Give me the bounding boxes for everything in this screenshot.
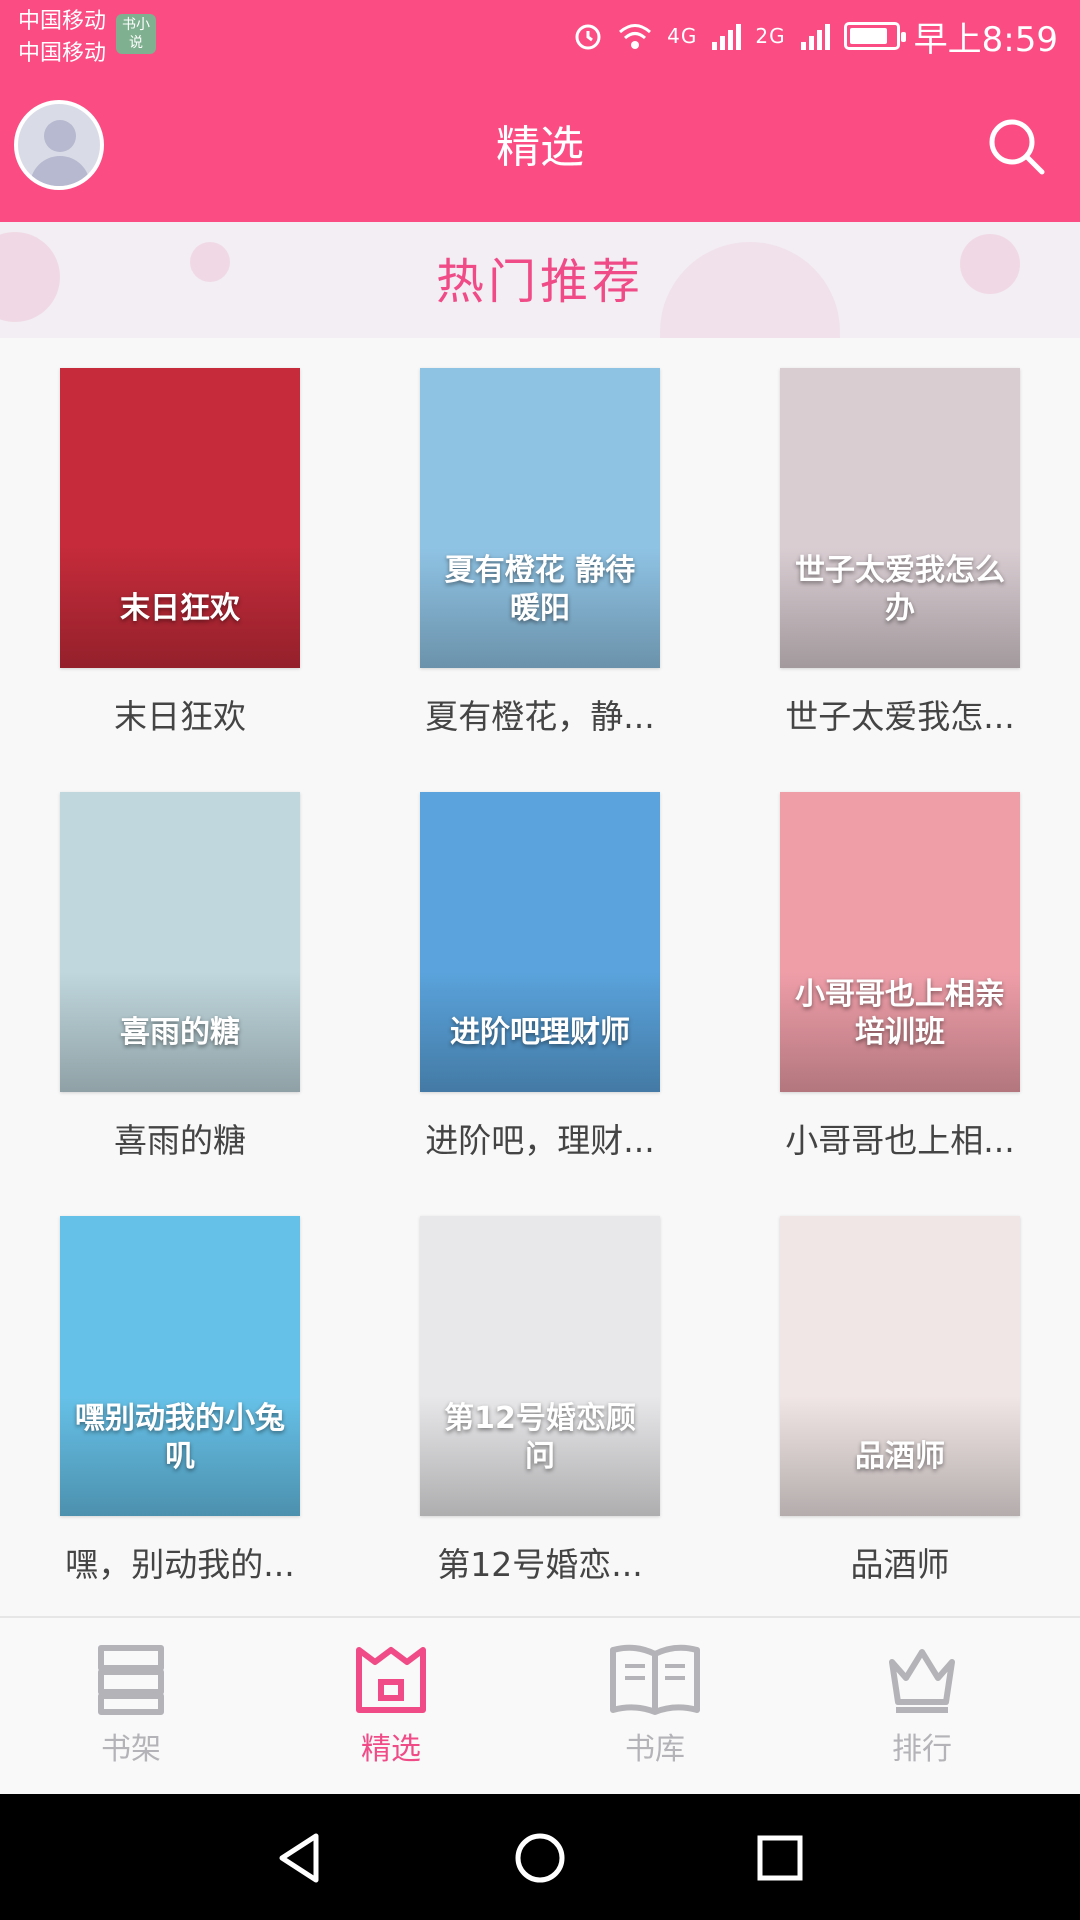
cover-text: 第12号婚恋顾问 — [444, 1401, 636, 1474]
nav-item-ranking[interactable]: 排行 — [852, 1642, 992, 1768]
book-title: 进阶吧，理财... — [425, 1121, 655, 1160]
alarm-icon — [575, 24, 601, 50]
book-cover[interactable]: 第12号婚恋顾问 — [420, 1216, 660, 1516]
book-cover[interactable]: 世子太爱我怎么办 — [780, 368, 1020, 668]
book-title: 第12号婚恋... — [437, 1545, 643, 1584]
book-item[interactable]: 嘿别动我的小兔叽 嘿，别动我的... — [30, 1216, 330, 1586]
library-icon — [610, 1644, 700, 1715]
nav-label: 书库 — [625, 1732, 685, 1767]
system-nav-bar — [0, 1794, 1080, 1920]
nav-label: 书架 — [101, 1732, 161, 1767]
book-title: 小哥哥也上相... — [785, 1121, 1015, 1160]
cover-text: 进阶吧理财师 — [450, 1015, 630, 1050]
carrier-1: 中国移动 — [18, 9, 107, 34]
book-cover[interactable]: 嘿别动我的小兔叽 — [60, 1216, 300, 1516]
ranking-icon — [889, 1649, 955, 1713]
cover-text: 小哥哥也上相亲培训班 — [795, 977, 1005, 1050]
bottom-nav: 书架 精选 书库 排行 — [0, 1616, 1080, 1794]
bookshelf-icon — [98, 1645, 164, 1715]
section-banner: 热门推荐 — [0, 222, 1080, 338]
book-cover[interactable]: 喜雨的糖 — [60, 792, 300, 1092]
book-item[interactable]: 小哥哥也上相亲培训班 小哥哥也上相... — [750, 792, 1050, 1162]
battery-level — [849, 28, 888, 44]
page-title: 精选 — [496, 122, 584, 173]
battery-icon — [843, 22, 906, 50]
status-icons: 4G 2G 早上8:59 — [573, 12, 1058, 60]
signal-bars-icon — [800, 24, 830, 50]
back-icon[interactable] — [270, 1828, 330, 1888]
recents-icon[interactable] — [750, 1828, 810, 1888]
featured-icon — [356, 1647, 426, 1713]
book-cover[interactable]: 末日狂欢 — [60, 368, 300, 668]
carrier-labels: 中国移动 中国移动 — [18, 6, 106, 70]
cover-text: 嘿别动我的小兔叽 — [75, 1401, 285, 1474]
book-item[interactable]: 第12号婚恋顾问 第12号婚恋... — [390, 1216, 690, 1586]
nav-item-library[interactable]: 书库 — [585, 1642, 725, 1768]
section-title: 热门推荐 — [435, 254, 644, 310]
book-cover[interactable]: 品酒师 — [780, 1216, 1020, 1516]
clock: 早上8:59 — [913, 19, 1058, 60]
book-cover[interactable]: 进阶吧理财师 — [420, 792, 660, 1092]
book-item[interactable]: 品酒师 品酒师 — [750, 1216, 1050, 1586]
book-title: 嘿，别动我的... — [65, 1545, 295, 1584]
app-header: 中国移动 中国移动 书小说 4G 2G 早上8:59 精选 — [0, 0, 1080, 222]
book-title: 末日狂欢 — [114, 697, 246, 736]
book-item[interactable]: 世子太爱我怎么办 世子太爱我怎... — [750, 368, 1050, 738]
carrier-2: 中国移动 — [18, 41, 107, 66]
book-item[interactable]: 喜雨的糖 喜雨的糖 — [30, 792, 330, 1162]
signal-4g-label: 4G — [667, 24, 698, 48]
cover-text: 品酒师 — [855, 1439, 945, 1474]
book-title: 夏有橙花，静... — [425, 697, 655, 736]
book-title: 品酒师 — [850, 1545, 950, 1584]
cover-text: 喜雨的糖 — [120, 1015, 240, 1050]
cover-text: 末日狂欢 — [120, 591, 240, 626]
search-icon[interactable] — [982, 112, 1052, 182]
book-item[interactable]: 进阶吧理财师 进阶吧，理财... — [390, 792, 690, 1162]
signal-2g-label: 2G — [755, 24, 786, 48]
nav-label: 排行 — [892, 1732, 952, 1767]
nav-item-bookshelf[interactable]: 书架 — [61, 1642, 201, 1768]
book-cover[interactable]: 夏有橙花 静待暖阳 — [420, 368, 660, 668]
cover-text: 世子太爱我怎么办 — [795, 553, 1005, 626]
cover-text: 夏有橙花 静待暖阳 — [444, 553, 636, 626]
book-cover[interactable]: 小哥哥也上相亲培训班 — [780, 792, 1020, 1092]
signal-bars-icon — [712, 24, 742, 50]
wifi-icon — [619, 24, 652, 49]
nav-item-featured[interactable]: 精选 — [321, 1642, 461, 1768]
book-title: 世子太爱我怎... — [785, 697, 1015, 736]
status-bar: 中国移动 中国移动 书小说 4G 2G 早上8:59 — [0, 0, 1080, 80]
home-icon[interactable] — [510, 1828, 570, 1888]
book-title: 喜雨的糖 — [114, 1121, 246, 1160]
book-item[interactable]: 末日狂欢 末日狂欢 — [30, 368, 330, 738]
app-badge-icon: 书小说 — [116, 14, 156, 54]
nav-label: 精选 — [361, 1732, 421, 1767]
book-grid: 末日狂欢 末日狂欢 夏有橙花 静待暖阳 夏有橙花，静... 世子太爱我怎么办 世… — [0, 338, 1080, 1616]
book-item[interactable]: 夏有橙花 静待暖阳 夏有橙花，静... — [390, 368, 690, 738]
